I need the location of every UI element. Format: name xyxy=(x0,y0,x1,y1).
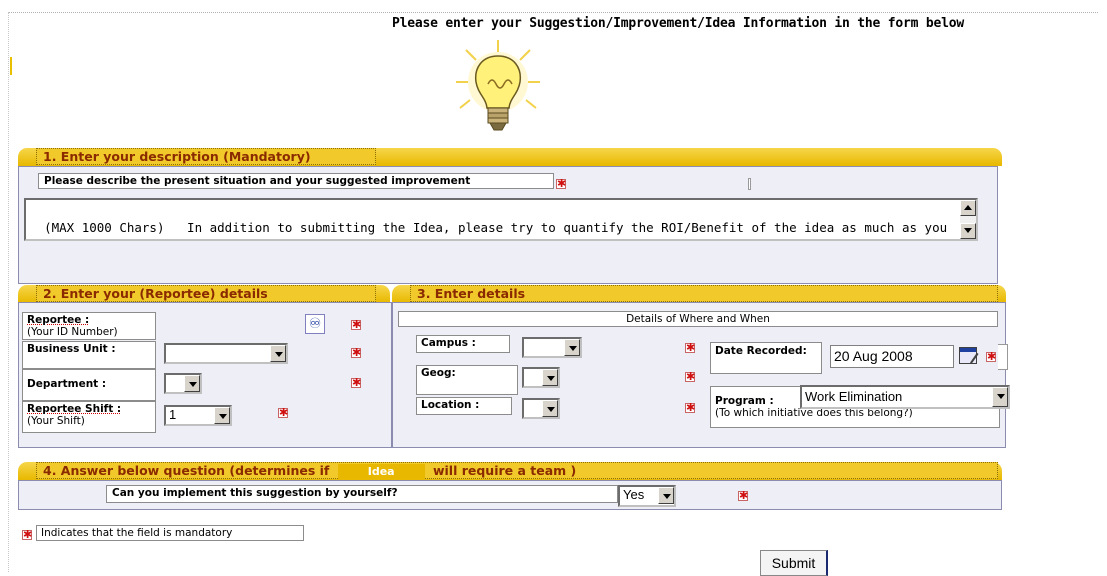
required-star-icon xyxy=(685,401,695,415)
required-star-icon xyxy=(351,318,361,332)
department-label: Department : xyxy=(22,369,156,401)
required-star-icon xyxy=(685,370,695,384)
description-textarea[interactable]: (MAX 1000 Chars) In addition to submitti… xyxy=(24,198,978,241)
date-recorded-field[interactable]: 20 Aug 2008 xyxy=(830,345,954,368)
section2-header: 2. Enter your (Reportee) details xyxy=(36,285,376,302)
reportee-shift-label: Reportee Shift : (Your Shift) xyxy=(22,401,156,433)
shift-sublabel: (Your Shift) xyxy=(27,415,85,427)
calendar-icon[interactable] xyxy=(959,347,979,364)
date-recorded-label: Date Recorded: xyxy=(710,342,822,374)
required-star-icon xyxy=(986,350,996,364)
self-implement-select[interactable]: Yes xyxy=(618,485,676,507)
required-star-icon xyxy=(351,376,361,390)
self-implement-question: Can you implement this suggestion by you… xyxy=(106,485,618,503)
chevron-down-icon[interactable] xyxy=(542,400,558,417)
required-star-icon xyxy=(278,406,288,420)
chevron-down-icon[interactable] xyxy=(270,345,286,362)
reportee-label: Reportee : (Your ID Number) xyxy=(22,312,156,340)
required-star-icon xyxy=(556,177,566,191)
chevron-down-icon[interactable] xyxy=(542,369,558,386)
page-left-border xyxy=(8,12,9,572)
required-star-icon xyxy=(738,489,748,503)
section1-header: 1. Enter your description (Mandatory) xyxy=(36,148,376,165)
chevron-down-icon[interactable] xyxy=(658,487,674,504)
yellow-marker xyxy=(10,57,12,75)
required-star-icon xyxy=(351,346,361,360)
lightbulb-icon xyxy=(456,40,540,131)
required-star-icon xyxy=(685,341,695,355)
where-when-subheader: Details of Where and When xyxy=(398,311,998,327)
location-label: Location : xyxy=(416,397,512,415)
description-prompt: Please describe the present situation an… xyxy=(38,173,554,189)
program-select[interactable]: Work Elimination xyxy=(800,385,1010,409)
business-unit-select[interactable] xyxy=(164,343,288,364)
campus-label: Campus : xyxy=(416,335,510,353)
section4-header: 4. Answer below question (determines if … xyxy=(36,462,998,479)
reportee-sublabel: (Your ID Number) xyxy=(27,326,118,338)
department-select[interactable] xyxy=(164,373,202,394)
reportee-shift-select[interactable]: 1 xyxy=(164,405,232,426)
text-cursor-marker xyxy=(748,178,751,190)
page-top-border xyxy=(8,12,1098,13)
chevron-down-icon[interactable] xyxy=(992,387,1008,407)
scroll-up-icon[interactable] xyxy=(960,200,976,216)
page-title: Please enter your Suggestion/Improvement… xyxy=(392,16,964,31)
scroll-down-icon[interactable] xyxy=(960,223,976,239)
date-field-border xyxy=(998,344,1008,370)
description-scrollbar[interactable] xyxy=(960,200,976,239)
binoculars-icon[interactable]: ♾ xyxy=(305,314,325,334)
idea-highlight: Idea xyxy=(337,464,425,479)
business-unit-label: Business Unit : xyxy=(22,341,156,369)
geog-label: Geog: xyxy=(416,365,518,395)
location-select[interactable] xyxy=(522,398,560,419)
chevron-down-icon[interactable] xyxy=(214,407,230,424)
submit-button[interactable]: Submit xyxy=(760,550,828,576)
campus-select[interactable] xyxy=(522,337,582,358)
required-star-icon xyxy=(22,528,32,542)
mandatory-legend: Indicates that the field is mandatory xyxy=(36,525,304,541)
section3-header: 3. Enter details xyxy=(410,285,998,302)
chevron-down-icon[interactable] xyxy=(564,339,580,356)
description-text: (MAX 1000 Chars) In addition to submitti… xyxy=(29,220,948,239)
geog-select[interactable] xyxy=(522,367,560,388)
chevron-down-icon[interactable] xyxy=(184,375,200,392)
